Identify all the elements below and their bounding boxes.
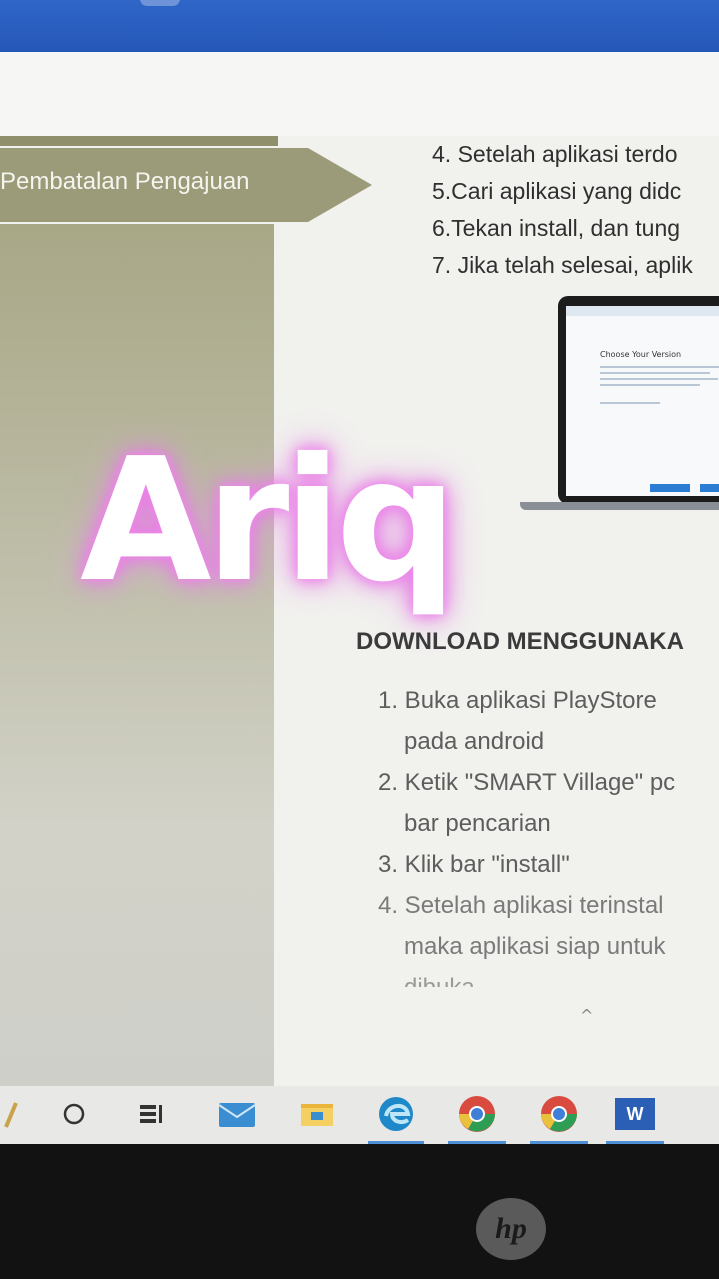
step-7: 7. Jika telah selesai, aplik xyxy=(432,252,693,278)
title-bar-control[interactable] xyxy=(140,0,180,6)
step-6: 6.Tekan install, dan tung xyxy=(432,215,681,241)
install-steps: 4. Setelah aplikasi terdo 5.Cari aplikas… xyxy=(432,136,719,284)
file-explorer-icon[interactable] xyxy=(294,1094,340,1134)
laptop-base xyxy=(520,502,719,510)
banner-label: Pembatalan Pengajuan xyxy=(0,168,250,195)
laptop-screen-title: Choose Your Version xyxy=(600,350,682,359)
download-step-4-cont: maka aplikasi siap untuk xyxy=(404,933,666,960)
olive-top-strip xyxy=(0,136,278,146)
download-steps: 1. Buka aplikasi PlayStore pada android … xyxy=(378,680,675,987)
step-5: 5.Cari aplikasi yang didc xyxy=(432,178,682,204)
download-heading: DOWNLOAD MENGGUNAKA xyxy=(356,628,684,655)
laptop-screenshot-image: Choose Your Version xyxy=(520,296,719,516)
download-step-1: 1. Buka aplikasi PlayStore xyxy=(378,687,657,714)
task-view-icon[interactable] xyxy=(56,1094,92,1134)
hp-logo: hp xyxy=(476,1198,546,1260)
mail-icon[interactable] xyxy=(214,1094,260,1134)
handwritten-watermark: Ariq xyxy=(80,436,500,696)
word-icon[interactable]: W xyxy=(612,1094,658,1134)
windows-taskbar: W xyxy=(0,1086,719,1144)
chrome-icon[interactable] xyxy=(452,1094,502,1134)
search-icon[interactable] xyxy=(0,1094,22,1134)
download-step-1-cont: pada android xyxy=(404,728,545,755)
edge-icon[interactable] xyxy=(372,1094,420,1134)
laptop-screen-content: Choose Your Version xyxy=(566,306,719,496)
window-title-bar xyxy=(0,0,719,52)
app-ribbon xyxy=(0,52,719,137)
laptop-bezel xyxy=(0,1144,719,1279)
watermark-text: Ariq xyxy=(80,422,457,620)
document-page: Pembatalan Pengajuan 4. Setelah aplikasi… xyxy=(0,136,719,1086)
download-step-4: 4. Setelah aplikasi terinstal xyxy=(378,892,664,919)
step-4: 4. Setelah aplikasi terdo xyxy=(432,141,678,167)
download-step-4-cont-2: dibuka xyxy=(378,967,675,987)
multitasking-icon[interactable] xyxy=(134,1094,170,1134)
download-step-2: 2. Ketik "SMART Village" pc xyxy=(378,769,676,796)
download-step-3: 3. Klik bar "install" xyxy=(378,851,570,878)
arrow-banner: Pembatalan Pengajuan xyxy=(0,148,372,222)
chrome-icon[interactable] xyxy=(534,1094,584,1134)
caret-up-icon: ^ xyxy=(580,1006,594,1025)
laptop-screen: Choose Your Version xyxy=(558,296,719,504)
word-letter: W xyxy=(615,1098,655,1130)
download-step-2-cont: bar pencarian xyxy=(404,810,551,837)
